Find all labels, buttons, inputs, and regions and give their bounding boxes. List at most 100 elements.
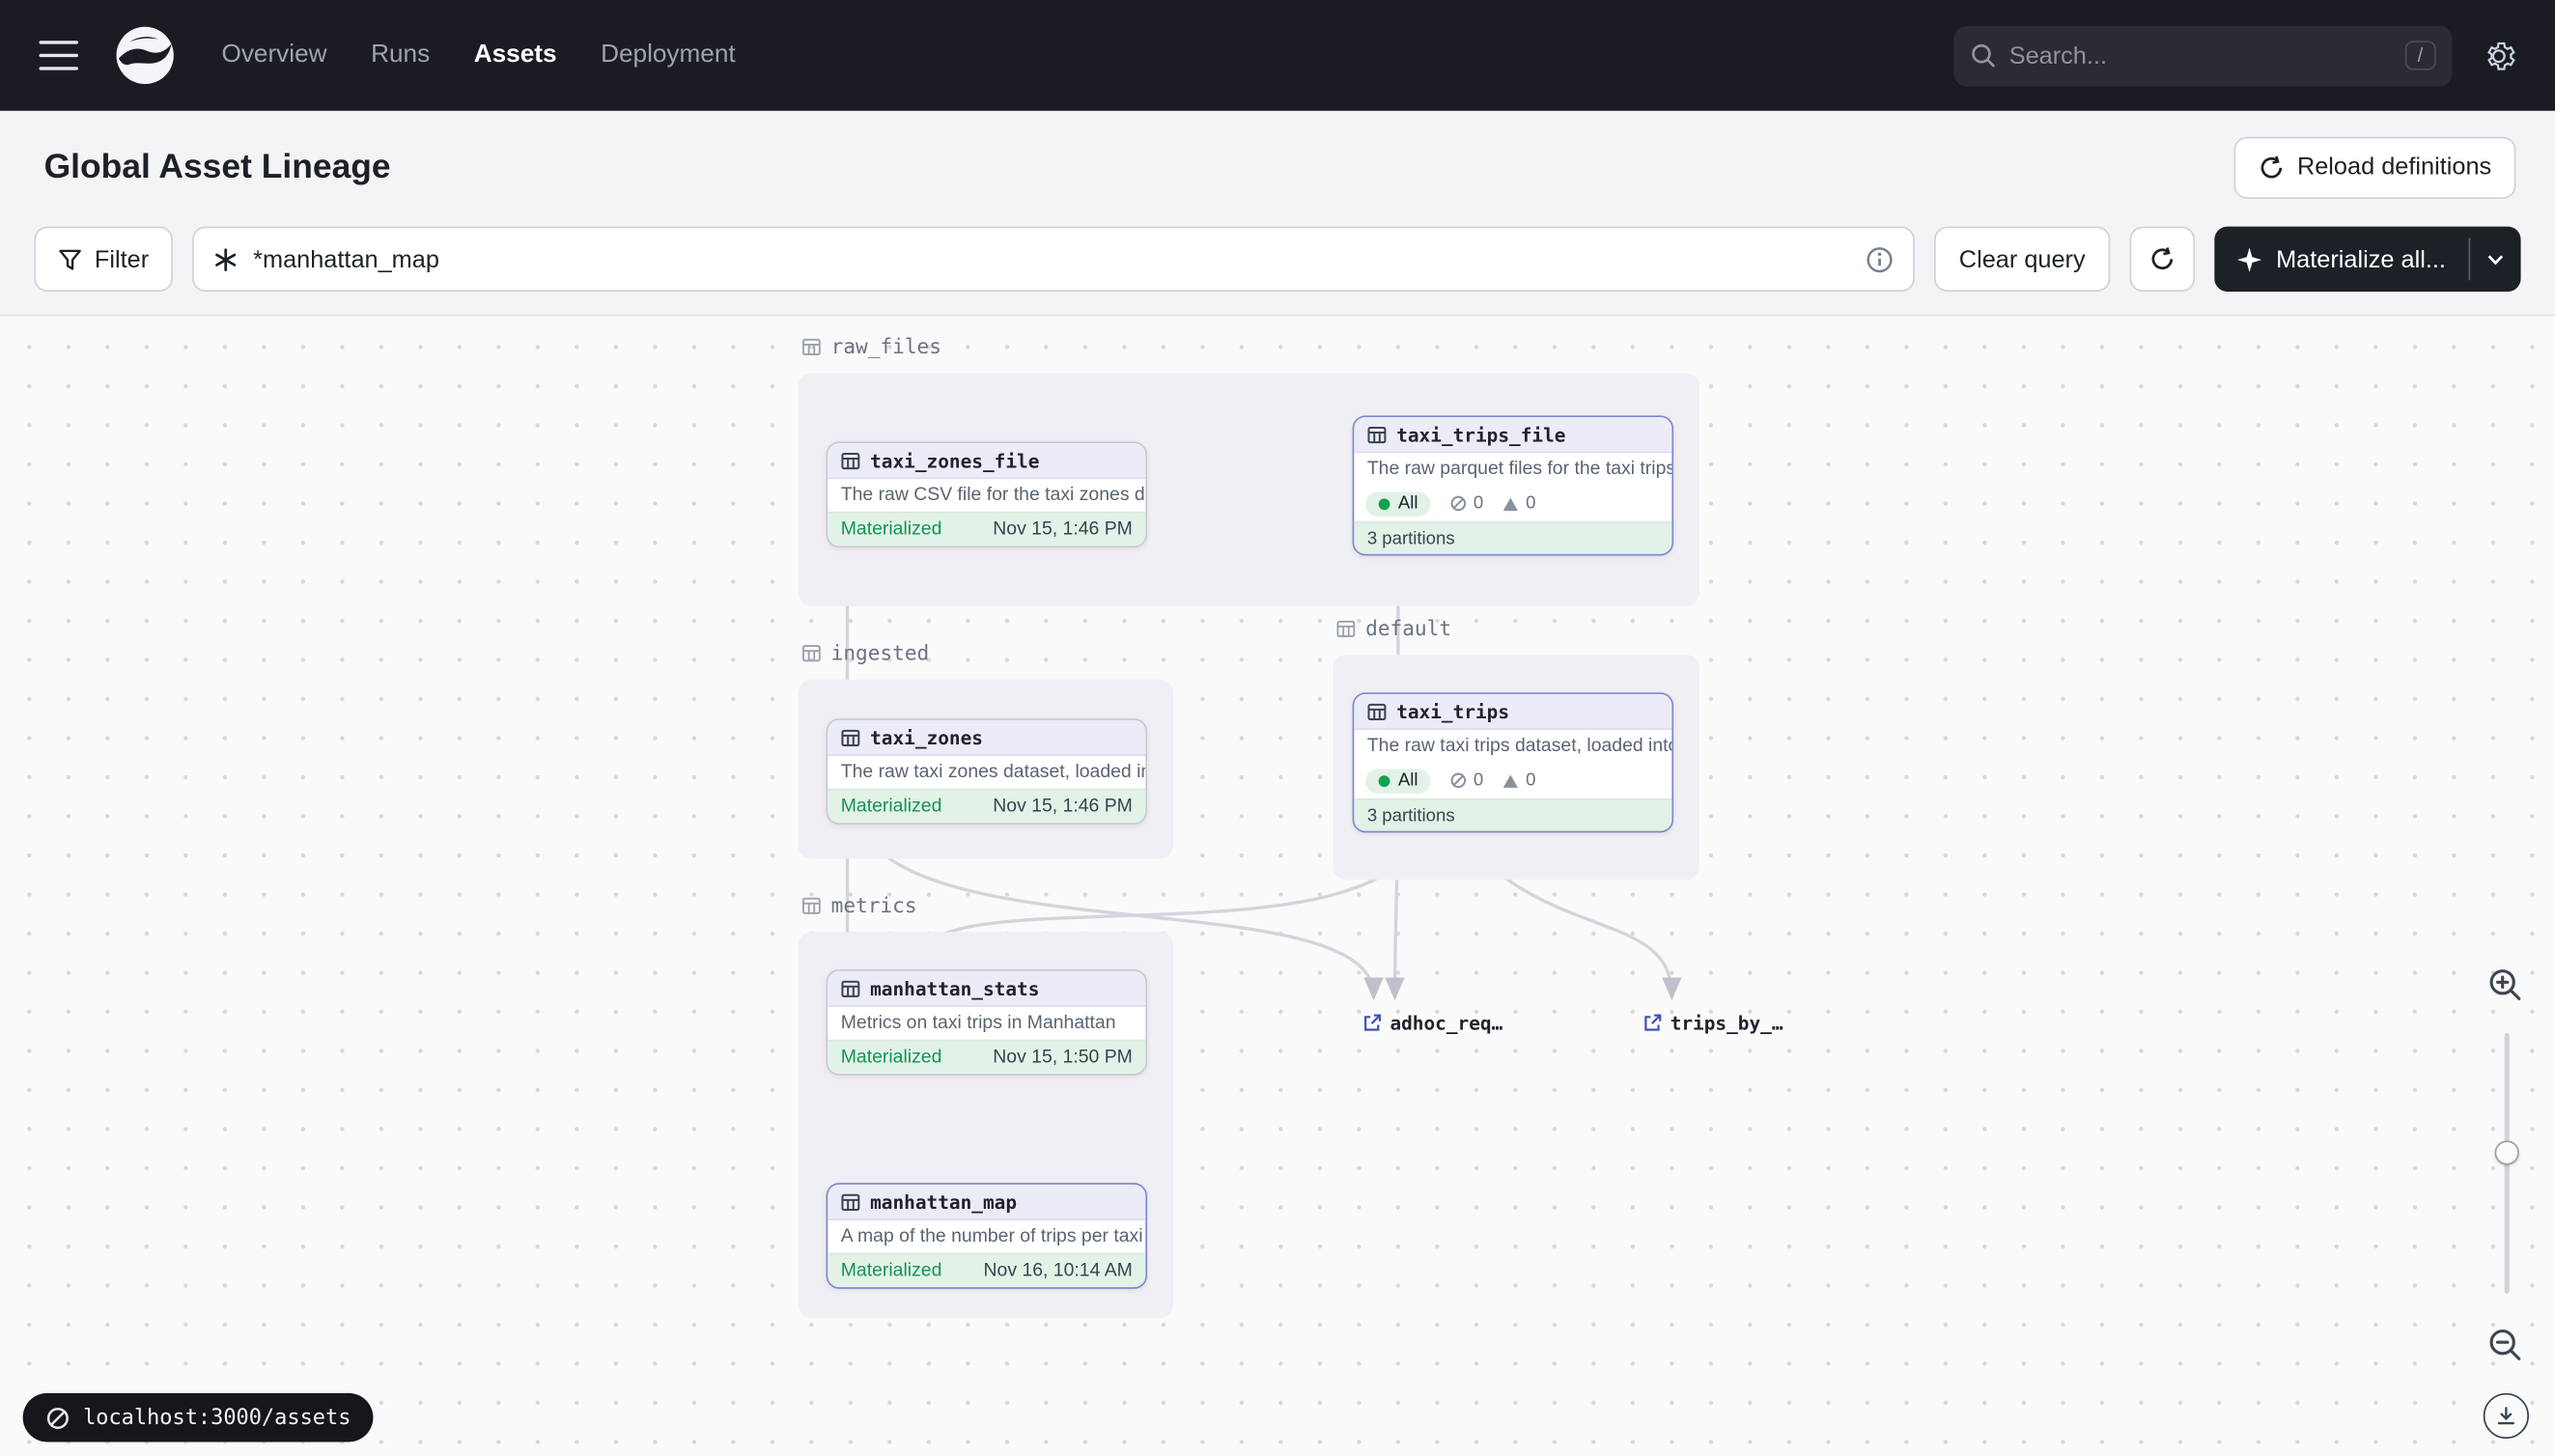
asset-description: A map of the number of trips per taxi z.… [828,1220,1145,1253]
asset-node-taxi-zones-file[interactable]: taxi_zones_file The raw CSV file for the… [827,441,1147,547]
nav-deployment[interactable]: Deployment [601,41,736,70]
hamburger-menu-button[interactable] [40,41,79,70]
materialized-label: Materialized [841,1048,942,1067]
table-icon [841,1191,860,1211]
asset-description: The raw CSV file for the taxi zones dat.… [828,479,1145,512]
settings-button[interactable] [2482,39,2515,72]
asset-node-header: taxi_zones [828,720,1145,756]
group-label-raw-files[interactable]: raw_files [801,334,941,358]
external-asset-trips-by[interactable]: trips_by_… [1642,1012,1783,1035]
info-icon[interactable] [1867,245,1895,273]
circle-slash-icon [1450,495,1467,512]
zoom-out-button[interactable] [2486,1327,2526,1366]
refresh-icon [2148,246,2175,272]
success-dot-icon [1379,774,1390,786]
clear-query-label: Clear query [1959,245,2086,273]
blocked-icon [45,1405,70,1429]
asset-node-taxi-zones[interactable]: taxi_zones The raw taxi zones dataset, l… [827,718,1147,825]
nav-runs[interactable]: Runs [371,41,430,70]
partition-health-row: All 0 0 [1354,486,1671,521]
lineage-canvas[interactable]: raw_files ingested default metrics [0,315,2555,1456]
asset-description: Metrics on taxi trips in Manhattan [828,1007,1145,1040]
download-image-button[interactable] [2484,1393,2529,1439]
filter-button[interactable]: Filter [34,227,173,293]
app-root: Overview Runs Assets Deployment / Global… [0,0,2555,1456]
global-search[interactable]: / [1953,25,2452,85]
zoom-out-icon [2486,1327,2526,1366]
asset-node-taxi-trips[interactable]: taxi_trips The raw taxi trips dataset, l… [1353,692,1673,832]
asset-status-row: Materialized Nov 15, 1:50 PM [828,1040,1145,1074]
group-icon [801,895,821,914]
failed-partitions-count: 0 [1450,770,1483,790]
reload-definitions-button[interactable]: Reload definitions [2233,136,2515,198]
funnel-icon [59,248,82,269]
search-input[interactable] [2009,42,2392,70]
table-icon [841,727,860,746]
asset-node-header: taxi_trips_file [1354,417,1671,453]
external-asset-name: trips_by_… [1671,1012,1783,1035]
page-header: Global Asset Lineage Reload definitions [0,111,2555,223]
asset-name: taxi_trips_file [1396,423,1565,446]
asset-node-taxi-trips-file[interactable]: taxi_trips_file The raw parquet files fo… [1353,415,1673,555]
filter-label: Filter [95,245,149,273]
materialize-options-button[interactable] [2470,227,2520,293]
search-shortcut-key: / [2404,41,2436,70]
browser-status-bar: localhost:3000/assets [23,1393,374,1442]
asset-node-header: manhattan_stats [828,971,1145,1007]
group-label-metrics[interactable]: metrics [801,893,916,917]
zoom-in-button[interactable] [2486,966,2526,1006]
partition-health-row: All 0 0 [1354,763,1671,798]
table-icon [1367,425,1387,444]
asset-status-row: Materialized Nov 15, 1:46 PM [828,789,1145,823]
failed-partitions-count: 0 [1450,493,1483,513]
refresh-graph-button[interactable] [2129,227,2195,293]
asset-node-manhattan-map[interactable]: manhattan_map A map of the number of tri… [827,1183,1147,1289]
materialize-all-button[interactable]: Materialize all... [2214,227,2469,293]
dagster-logo[interactable] [114,24,176,86]
table-icon [841,978,860,997]
partitions-summary: 3 partitions [1354,798,1671,831]
sparkle-icon [2237,247,2261,271]
materialized-label: Materialized [841,519,942,539]
warning-partitions-count: 0 [1502,493,1535,513]
status-url: localhost:3000/assets [83,1405,351,1429]
asset-node-manhattan-stats[interactable]: manhattan_stats Metrics on taxi trips in… [827,969,1147,1076]
zoom-slider-handle[interactable] [2495,1140,2519,1164]
group-label-ingested[interactable]: ingested [801,640,929,664]
download-icon [2495,1405,2518,1428]
top-navbar: Overview Runs Assets Deployment / [0,0,2555,111]
external-asset-adhoc-request[interactable]: adhoc_req… [1362,1012,1503,1035]
asset-status-row: Materialized Nov 15, 1:46 PM [828,512,1145,546]
group-icon [801,643,821,662]
all-label: All [1398,770,1418,790]
materialize-split-button: Materialize all... [2214,227,2521,293]
asset-node-header: taxi_zones_file [828,443,1145,479]
group-name: default [1365,616,1451,640]
warning-triangle-icon [1502,773,1519,788]
zoom-in-icon [2486,966,2526,1006]
group-label-default[interactable]: default [1336,616,1451,640]
warning-partitions-count: 0 [1502,770,1535,790]
partitions-summary: 3 partitions [1354,521,1671,554]
asset-name: taxi_trips [1396,700,1509,723]
asset-description: The raw taxi trips dataset, loaded into … [1354,730,1671,763]
asset-selection-icon [214,247,239,271]
success-dot-icon [1379,498,1390,510]
materialized-time: Nov 15, 1:50 PM [993,1048,1133,1067]
lineage-toolbar: Filter Clear query Materialize [0,223,2555,315]
nav-assets[interactable]: Assets [474,41,557,70]
asset-description: The raw taxi zones dataset, loaded int..… [828,756,1145,789]
external-link-icon [1362,1014,1382,1033]
asset-status-row: Materialized Nov 16, 10:14 AM [828,1253,1145,1287]
reload-definitions-label: Reload definitions [2297,154,2491,182]
asset-node-header: manhattan_map [828,1185,1145,1220]
nav-overview[interactable]: Overview [222,41,327,70]
asset-name: manhattan_map [870,1190,1017,1214]
group-name: metrics [831,893,917,917]
asset-selection-input[interactable] [253,245,1851,273]
asset-selection-box[interactable] [193,227,1916,293]
asset-description: The raw parquet files for the taxi trips… [1354,453,1671,486]
group-name: raw_files [831,334,941,358]
asset-name: manhattan_stats [870,977,1039,1000]
clear-query-button[interactable]: Clear query [1934,227,2109,293]
